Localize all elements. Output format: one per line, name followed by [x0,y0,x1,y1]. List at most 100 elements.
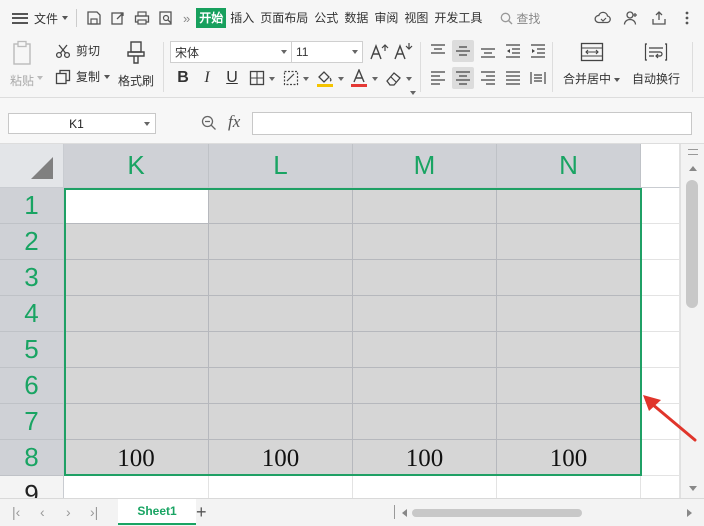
align-right-button[interactable] [477,67,499,89]
file-menu[interactable]: 文件 [0,10,69,27]
cell-l1[interactable] [209,188,353,224]
cell-n4[interactable] [497,296,641,332]
first-sheet-icon[interactable]: |‹ [12,505,20,519]
tab-page-layout[interactable]: 页面布局 [258,8,310,28]
cell-next1[interactable] [641,188,680,224]
fill-color-button[interactable] [314,67,336,89]
cell-m5[interactable] [353,332,497,368]
cell-m3[interactable] [353,260,497,296]
insert-function-button[interactable]: fx [228,112,240,132]
tab-developer[interactable]: 开发工具 [432,8,484,28]
scroll-down-icon[interactable] [689,486,697,491]
search-box[interactable]: 查找 [500,10,540,27]
font-name-select[interactable]: 宋体 [170,41,292,63]
row-header-1[interactable]: 1 [0,188,64,224]
cell-m7[interactable] [353,404,497,440]
tab-formulas[interactable]: 公式 [312,8,340,28]
horizontal-scroll-thumb[interactable] [412,509,582,517]
cell-k3[interactable] [64,260,209,296]
cell-n3[interactable] [497,260,641,296]
cell-l8[interactable]: 100 [209,440,353,476]
cell-l6[interactable] [209,368,353,404]
formula-input[interactable] [252,112,692,135]
cell-m4[interactable] [353,296,497,332]
tab-home[interactable]: 开始 [196,8,227,28]
cell-m9[interactable] [353,476,497,498]
dialog-launcher-icon[interactable] [410,91,416,95]
save-icon[interactable] [83,7,105,29]
cell-l9[interactable] [209,476,353,498]
cell-next8[interactable] [641,440,680,476]
tab-data[interactable]: 数据 [342,8,370,28]
cell-m2[interactable] [353,224,497,260]
cell-l5[interactable] [209,332,353,368]
last-sheet-icon[interactable]: ›| [90,505,98,519]
cell-m8[interactable]: 100 [353,440,497,476]
scroll-right-icon[interactable] [687,509,692,517]
next-sheet-icon[interactable]: › [66,505,71,519]
cell-l3[interactable] [209,260,353,296]
cell-k1[interactable] [64,188,209,224]
align-top-button[interactable] [427,40,449,62]
tab-view[interactable]: 视图 [402,8,430,28]
bold-button[interactable]: B [172,67,194,89]
wrap-text-button[interactable]: 自动换行 [632,42,680,87]
cell-k8[interactable]: 100 [64,440,209,476]
cell-n8[interactable]: 100 [497,440,641,476]
cell-k6[interactable] [64,368,209,404]
vertical-scroll-thumb[interactable] [686,180,698,308]
row-header-6[interactable]: 6 [0,368,64,404]
align-center-button[interactable] [452,67,474,89]
font-grow-button[interactable] [368,41,390,63]
paste-button[interactable]: 粘贴 [10,40,34,89]
font-shrink-button[interactable] [392,41,414,63]
more-icon[interactable] [676,7,698,29]
format-painter-button[interactable]: 格式刷 [118,40,154,89]
cell-l4[interactable] [209,296,353,332]
copy-button[interactable]: 复制 [55,68,111,85]
vertical-scrollbar[interactable] [680,144,704,498]
row-header-5[interactable]: 5 [0,332,64,368]
name-box[interactable]: K1 [8,113,156,134]
scroll-left-icon[interactable] [402,509,407,517]
share-icon[interactable] [648,7,670,29]
cell-k2[interactable] [64,224,209,260]
zoom-icon[interactable] [201,115,217,131]
row-header-2[interactable]: 2 [0,224,64,260]
cell-m6[interactable] [353,368,497,404]
cell-m1[interactable] [353,188,497,224]
sheet-tab-sheet1[interactable]: Sheet1 [118,499,196,525]
cell-k5[interactable] [64,332,209,368]
row-header-3[interactable]: 3 [0,260,64,296]
distributed-button[interactable] [527,67,549,89]
preview-icon[interactable] [155,7,177,29]
align-bottom-button[interactable] [477,40,499,62]
row-header-8[interactable]: 8 [0,440,64,476]
row-header-9[interactable]: 9 [0,476,64,498]
cell-next5[interactable] [641,332,680,368]
cell-n1[interactable] [497,188,641,224]
italic-button[interactable]: I [196,67,218,89]
cell-l7[interactable] [209,404,353,440]
prev-sheet-icon[interactable]: ‹ [40,505,45,519]
column-header-n[interactable]: N [497,144,641,188]
column-header-m[interactable]: M [353,144,497,188]
align-left-button[interactable] [427,67,449,89]
tab-insert[interactable]: 插入 [228,8,256,28]
user-share-icon[interactable] [620,7,642,29]
tab-review[interactable]: 审阅 [372,8,400,28]
increase-indent-button[interactable] [527,40,549,62]
add-sheet-button[interactable]: + [196,501,207,523]
cell-n9[interactable] [497,476,641,498]
column-header-next[interactable] [641,144,680,188]
cell-next9[interactable] [641,476,680,498]
cell-n7[interactable] [497,404,641,440]
decrease-indent-button[interactable] [502,40,524,62]
cell-next4[interactable] [641,296,680,332]
horizontal-scrollbar[interactable] [402,509,692,517]
fill-pattern-button[interactable] [280,67,302,89]
font-size-select[interactable]: 11 [291,41,363,63]
row-header-4[interactable]: 4 [0,296,64,332]
underline-button[interactable]: U [221,67,243,89]
justify-button[interactable] [502,67,524,89]
